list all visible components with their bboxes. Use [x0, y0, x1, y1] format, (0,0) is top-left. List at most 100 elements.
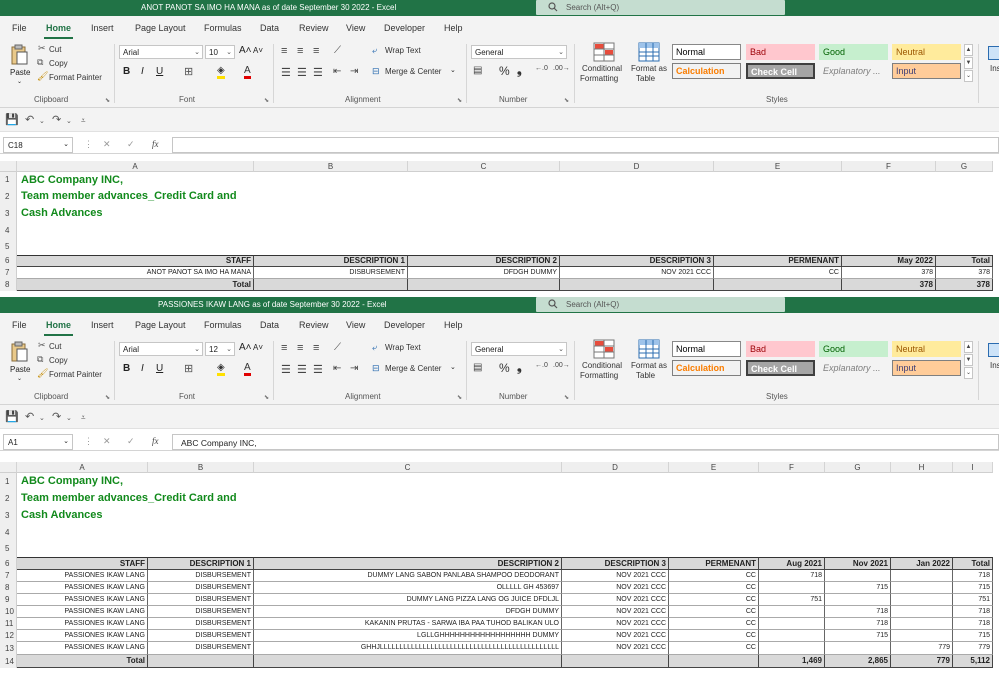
total-cell[interactable]: Total — [17, 279, 254, 291]
table-cell[interactable]: NOV 2021 CCC — [562, 570, 669, 582]
font-color-icon[interactable]: A — [244, 65, 251, 79]
table-cell[interactable]: KAKANIN PRUTAS - SARWA IBA PAA TUHOD BAL… — [254, 618, 562, 630]
table-cell[interactable]: 718 — [953, 606, 993, 618]
conditional-formatting-icon[interactable] — [593, 339, 615, 359]
table-cell[interactable]: DISBURSEMENT — [148, 618, 254, 630]
bold-button[interactable]: B — [123, 66, 130, 77]
table-cell[interactable]: NOV 2021 CCC — [562, 630, 669, 642]
table-cell[interactable]: PASSIONES IKAW LANG — [17, 618, 148, 630]
merge-center-button[interactable]: Merge & Center — [385, 364, 441, 373]
undo-icon[interactable]: ↶ — [25, 410, 34, 423]
column-header-b[interactable]: B — [148, 462, 254, 473]
row-header-8[interactable]: 8 — [0, 279, 17, 291]
row-header-6[interactable]: 6 — [0, 255, 17, 267]
style-input[interactable]: Input — [892, 63, 961, 79]
table-cell[interactable]: DISBURSEMENT — [148, 606, 254, 618]
undo-icon[interactable]: ↶ — [25, 113, 34, 126]
table-cell[interactable]: 718 — [825, 606, 891, 618]
row-header-7[interactable]: 7 — [0, 267, 17, 279]
row-header-4[interactable]: 4 — [0, 222, 17, 239]
wrap-text-icon[interactable]: ⤶ — [372, 45, 377, 56]
table-cell[interactable] — [759, 642, 825, 655]
column-header-f[interactable]: F — [759, 462, 825, 473]
conditional-formatting-label-2[interactable]: Formatting — [580, 74, 618, 83]
increase-font-size-icon[interactable]: A˄ — [239, 342, 252, 353]
table-cell[interactable]: CC — [669, 582, 759, 594]
paste-dropdown-icon[interactable]: ⌄ — [17, 78, 22, 85]
copy-icon[interactable]: ⧉ — [37, 57, 43, 68]
name-box[interactable]: C18 ⌄ — [3, 137, 73, 153]
table-cell[interactable] — [891, 606, 953, 618]
table-cell[interactable] — [759, 606, 825, 618]
table-cell[interactable] — [891, 570, 953, 582]
decrease-font-size-icon[interactable]: A˅ — [253, 343, 263, 352]
table-cell[interactable]: DUMMY LANG SABON PANLABA SHAMPOO DEODORA… — [254, 570, 562, 582]
tab-home[interactable]: Home — [43, 23, 74, 39]
row-header-14[interactable]: 14 — [0, 655, 17, 668]
total-cell[interactable]: 5,112 — [953, 655, 993, 668]
increase-decimal-icon[interactable]: ←.0 — [535, 362, 548, 369]
table-cell[interactable]: CC — [669, 630, 759, 642]
dialog-launcher-icon[interactable]: ⬊ — [564, 97, 569, 104]
table-cell[interactable] — [891, 618, 953, 630]
row-header-1[interactable]: 1 — [0, 473, 17, 490]
table-cell[interactable]: 715 — [825, 630, 891, 642]
customize-qat-icon[interactable]: ⩡ — [81, 116, 86, 126]
increase-indent-icon[interactable]: ⇥ — [350, 363, 358, 374]
total-cell[interactable]: 378 — [936, 279, 993, 291]
styles-scroll-up-icon[interactable]: ▲ — [964, 44, 973, 56]
total-cell[interactable]: 779 — [891, 655, 953, 668]
table-cell[interactable]: 779 — [891, 642, 953, 655]
font-size-select[interactable]: 10 ⌄ — [205, 45, 235, 59]
increase-font-size-icon[interactable]: A˄ — [239, 45, 252, 56]
table-cell[interactable]: 751 — [759, 594, 825, 606]
table-cell[interactable]: 718 — [953, 570, 993, 582]
table-cell[interactable]: NOV 2021 CCC — [560, 267, 714, 279]
style-normal[interactable]: Normal — [672, 44, 741, 60]
insert-cells-icon[interactable] — [988, 46, 999, 60]
copy-icon[interactable]: ⧉ — [37, 354, 43, 365]
table-cell[interactable]: DISBURSEMENT — [148, 594, 254, 606]
increase-indent-icon[interactable]: ⇥ — [350, 66, 358, 77]
total-cell[interactable] — [560, 279, 714, 291]
table-cell[interactable]: PASSIONES IKAW LANG — [17, 630, 148, 642]
table-cell[interactable]: CC — [669, 570, 759, 582]
tab-insert[interactable]: Insert — [91, 23, 114, 33]
cut-icon[interactable]: ✂ — [38, 43, 46, 54]
table-cell[interactable] — [891, 582, 953, 594]
table-cell[interactable]: DFDGH DUMMY — [408, 267, 560, 279]
dialog-launcher-icon[interactable]: ⬊ — [105, 394, 110, 401]
tab-data[interactable]: Data — [260, 23, 279, 33]
style-explanatory[interactable]: Explanatory ... — [819, 63, 888, 79]
style-check-cell[interactable]: Check Cell — [746, 63, 815, 79]
conditional-formatting-label-2[interactable]: Formatting — [580, 371, 618, 380]
tab-developer[interactable]: Developer — [384, 23, 425, 33]
underline-button[interactable]: U — [156, 363, 163, 374]
number-format-select[interactable]: General ⌄ — [471, 45, 567, 59]
tab-formulas[interactable]: Formulas — [204, 23, 242, 33]
accounting-format-icon[interactable]: ▤ — [473, 65, 482, 76]
style-calculation[interactable]: Calculation — [672, 63, 741, 79]
table-cell[interactable]: DISBURSEMENT — [148, 630, 254, 642]
table-cell[interactable]: CC — [669, 618, 759, 630]
format-as-table-icon[interactable] — [638, 42, 660, 62]
row-header-4[interactable]: 4 — [0, 524, 17, 541]
column-header-h[interactable]: H — [891, 462, 953, 473]
table-cell[interactable] — [759, 582, 825, 594]
table-cell[interactable]: 718 — [953, 618, 993, 630]
row-header-2[interactable]: 2 — [0, 188, 17, 205]
dialog-launcher-icon[interactable]: ⬊ — [564, 394, 569, 401]
table-cell[interactable]: 718 — [759, 570, 825, 582]
format-as-table-label-2[interactable]: Table — [636, 371, 655, 380]
insert-function-icon[interactable]: fx — [152, 436, 159, 446]
merge-center-icon[interactable]: ⊟ — [372, 363, 380, 374]
orientation-icon[interactable]: ⟋ — [334, 342, 341, 353]
chevron-down-icon[interactable]: ⌄ — [450, 66, 456, 74]
decrease-decimal-icon[interactable]: .00→ — [553, 65, 570, 72]
table-cell[interactable]: PASSIONES IKAW LANG — [17, 582, 148, 594]
enter-icon[interactable]: ✓ — [127, 436, 135, 447]
paste-icon[interactable] — [10, 44, 28, 66]
percent-style-button[interactable]: % — [499, 361, 510, 375]
row-header-12[interactable]: 12 — [0, 630, 17, 642]
bold-button[interactable]: B — [123, 363, 130, 374]
